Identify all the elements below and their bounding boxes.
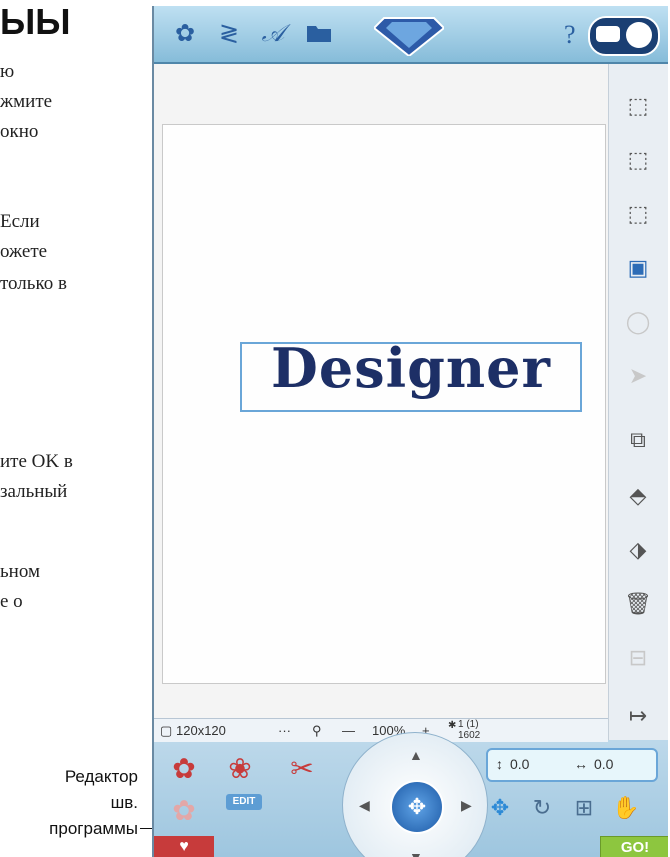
flower-cluster-icon[interactable]: ✿ xyxy=(164,748,204,788)
rotate-icon[interactable]: ↻ xyxy=(526,792,558,824)
flower-dim-icon[interactable]: ✿ xyxy=(164,790,204,830)
stitch-program-editor-button[interactable]: EDIT xyxy=(226,794,262,810)
window-icon xyxy=(596,26,620,42)
folder-icon[interactable] xyxy=(304,18,334,48)
position-readout: ↕ 0.0 ↔ 0.0 xyxy=(486,748,658,782)
arrow-down-icon[interactable]: ▼ xyxy=(409,849,423,857)
manual-text-line: ю xyxy=(0,61,15,82)
manual-text-line: окно xyxy=(0,121,39,142)
stitch-count-icon: ✱ xyxy=(448,720,457,731)
arrow-left-icon[interactable]: ◀ xyxy=(359,797,370,814)
manual-heading: ЫЫ xyxy=(0,1,71,42)
arrow-right-icon[interactable]: ▶ xyxy=(461,797,472,814)
pan-hand-icon[interactable]: ✋ xyxy=(610,792,642,824)
manual-text-line: е о xyxy=(0,591,23,612)
select-next-icon[interactable]: ⬚ xyxy=(619,86,657,126)
callout-label-line2: шв. xyxy=(110,793,138,812)
more-icon[interactable]: ··· xyxy=(278,723,291,738)
select-area-icon[interactable]: ⬚ xyxy=(619,194,657,234)
mirror-horizontal-icon[interactable]: ⬗ xyxy=(619,530,657,570)
flower-scissors-icon[interactable]: ✂ xyxy=(282,748,322,788)
home-toggle-button[interactable] xyxy=(588,16,660,56)
help-button[interactable]: ? xyxy=(564,20,576,50)
go-button[interactable]: GO! xyxy=(600,836,668,857)
zoom-out-button[interactable]: — xyxy=(342,723,355,738)
manual-text-line: ьном xyxy=(0,561,40,582)
trash-icon[interactable]: ⊟ xyxy=(619,638,657,678)
manual-text-line: жмите xyxy=(0,91,53,112)
hoop-size-label[interactable]: 120x120 xyxy=(176,723,226,738)
copy-selection-icon[interactable]: ▣ xyxy=(619,248,657,288)
design-text[interactable]: Designer xyxy=(240,336,582,400)
delete-icon[interactable]: 🗑 xyxy=(619,584,657,624)
embroidery-machine-screen: ✿ ≷ 𝒜 ? Designer ⬚ ⬚ ⬚ ▣ ◯ ➤ ⧉ ⬘ ⬗ 🗑 ⊟ ↦ xyxy=(152,6,668,857)
arrow-up-icon[interactable]: ▲ xyxy=(409,747,423,763)
manual-text-line: ожете xyxy=(0,241,48,262)
manual-text-line: ите OK в xyxy=(0,451,73,472)
navigation-wheel[interactable]: ▲ ▼ ◀ ▶ ✥ xyxy=(342,732,488,857)
callout-label-line1: Редактор xyxy=(64,767,138,786)
mirror-vertical-icon[interactable]: ⬘ xyxy=(619,476,657,516)
hoop-size-icon[interactable]: ▢ xyxy=(160,723,172,739)
vertical-arrows-icon: ↕ xyxy=(496,756,503,772)
stitch-count: 1602 xyxy=(458,730,481,741)
favorite-heart-button[interactable]: ♥ xyxy=(154,836,214,857)
bottom-control-panel: ✿ ❀ ✂ ✿ EDIT ▲ ▼ ◀ ▶ ✥ ↕ 0.0 ↔ 0.0 ✥ ↻ ⊞… xyxy=(154,732,668,857)
toggle-knob-icon xyxy=(626,22,652,48)
position-x-value: 0.0 xyxy=(594,756,614,772)
exit-icon[interactable]: ↦ xyxy=(619,696,657,736)
design-count: 1 (1) xyxy=(458,719,479,730)
script-a-icon[interactable]: 𝒜 xyxy=(258,18,288,48)
scale-icon[interactable]: ⊞ xyxy=(568,792,600,824)
zigzag-icon[interactable]: ≷ xyxy=(214,18,244,48)
horizontal-arrows-icon: ↔ xyxy=(574,756,588,772)
select-group-icon[interactable]: ⬚ xyxy=(619,140,657,180)
callout-label-line3: программы xyxy=(49,819,138,838)
arrow-icon[interactable]: ➤ xyxy=(619,356,657,396)
manual-text-line: только в xyxy=(0,273,67,294)
manual-text-line: зальный xyxy=(0,481,68,502)
position-y-value: 0.0 xyxy=(510,756,530,772)
move-icon[interactable]: ✥ xyxy=(484,792,516,824)
move-center-icon[interactable]: ✥ xyxy=(390,780,444,834)
lasso-icon[interactable]: ◯ xyxy=(619,302,657,342)
flower-brush-icon[interactable]: ❀ xyxy=(220,748,260,788)
top-toolbar: ✿ ≷ 𝒜 ? xyxy=(154,6,668,64)
manual-text-line: Если xyxy=(0,211,40,232)
zoom-search-icon[interactable]: ⚲ xyxy=(312,723,322,739)
flower-icon[interactable]: ✿ xyxy=(170,18,200,48)
duplicate-icon[interactable]: ⧉ xyxy=(619,420,657,460)
right-tool-sidebar: ⬚ ⬚ ⬚ ▣ ◯ ➤ ⧉ ⬘ ⬗ 🗑 ⊟ ↦ xyxy=(608,64,668,740)
diamond-logo[interactable] xyxy=(374,10,444,56)
